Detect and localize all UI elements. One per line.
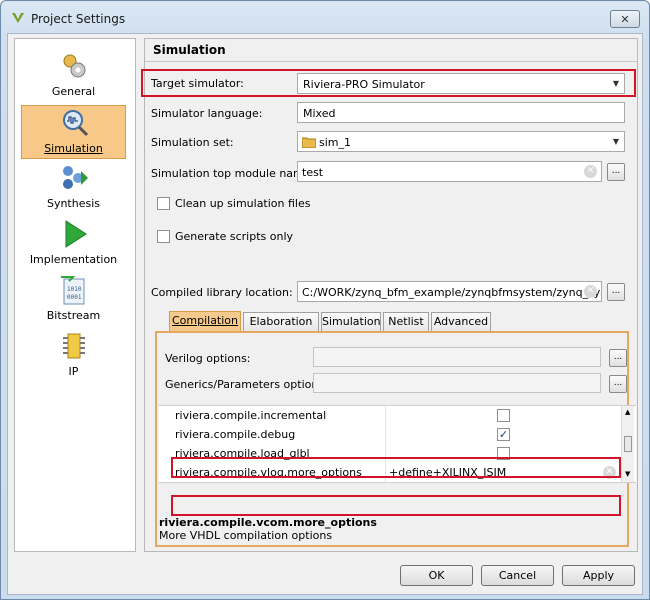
simulator-language-dropdown[interactable]: Mixed <box>297 102 625 123</box>
tab-label: Compilation <box>171 314 239 327</box>
compiled-library-value: C:/WORK/zynq_bfm_example/zynqbfmsystem/z… <box>302 286 602 299</box>
simulation-set-label: Simulation set: <box>151 136 234 149</box>
description-text: More VHDL compilation options <box>159 529 333 542</box>
target-simulator-label: Target simulator: <box>151 77 244 90</box>
clear-icon[interactable]: ✕ <box>584 285 597 298</box>
folder-icon <box>302 137 316 148</box>
tab-advanced[interactable]: Advanced <box>431 312 491 332</box>
scroll-thumb[interactable] <box>624 436 632 452</box>
sidebar-item-general[interactable]: General <box>21 49 126 103</box>
verilog-options-button[interactable]: ... <box>609 349 627 367</box>
column-divider <box>385 406 386 425</box>
column-divider <box>385 425 386 444</box>
description-title: riviera.compile.vcom.more_options <box>159 516 377 529</box>
debug-checkbox[interactable]: ✓ <box>497 428 510 441</box>
chip-icon <box>63 333 85 359</box>
sidebar-item-synthesis[interactable]: Synthesis <box>21 161 126 215</box>
verilog-options-label: Verilog options: <box>165 352 251 365</box>
tab-label: Advanced <box>433 315 489 328</box>
bitstream-file-icon: 1010 0001 <box>61 276 85 305</box>
svg-text:0001: 0001 <box>67 294 82 301</box>
close-icon: ✕ <box>620 12 630 26</box>
simulation-set-value: sim_1 <box>319 136 352 149</box>
top-module-label: Simulation top module name: <box>151 167 315 180</box>
cleanup-label: Clean up simulation files <box>175 197 311 210</box>
top-module-browse-button[interactable]: ... <box>607 163 625 181</box>
sidebar-item-label: Implementation <box>29 253 118 266</box>
sidebar-item-ip[interactable]: IP <box>21 329 126 383</box>
generics-options-button[interactable]: ... <box>609 375 627 393</box>
gears-icon <box>63 54 86 78</box>
highlight-debug-row <box>171 457 621 478</box>
tab-simulation[interactable]: Simulation <box>321 312 381 332</box>
sidebar-item-simulation[interactable]: Simulation <box>21 105 126 159</box>
close-button[interactable]: ✕ <box>610 10 640 28</box>
scroll-down-icon[interactable]: ▼ <box>625 470 630 478</box>
project-settings-window: Project Settings ✕ General Simulation Sy… <box>0 0 650 600</box>
magnifier-waveform-icon <box>63 110 89 137</box>
simulator-language-label: Simulator language: <box>151 107 263 120</box>
incremental-checkbox[interactable] <box>497 409 510 422</box>
settings-sidebar: General Simulation Synthesis Implementat… <box>14 38 136 552</box>
tab-netlist[interactable]: Netlist <box>383 312 429 332</box>
page-title: Simulation <box>153 43 226 57</box>
top-module-value: test <box>302 166 324 179</box>
target-simulator-value: Riviera-PRO Simulator <box>303 78 425 91</box>
tab-compilation[interactable]: Compilation <box>169 311 241 333</box>
vivado-logo-icon <box>12 13 24 23</box>
sidebar-item-bitstream[interactable]: 1010 0001 Bitstream <box>21 273 126 327</box>
property-name: riviera.compile.debug <box>175 428 296 441</box>
ok-button[interactable]: OK <box>400 565 473 586</box>
compiled-library-label: Compiled library location: <box>151 286 293 299</box>
simulation-set-dropdown[interactable]: sim_1 ▼ <box>297 131 625 152</box>
synthesis-icon <box>63 166 88 189</box>
target-simulator-dropdown[interactable]: Riviera-PRO Simulator ▼ <box>297 73 625 94</box>
window-title: Project Settings <box>31 12 126 26</box>
compiled-library-input[interactable]: C:/WORK/zynq_bfm_example/zynqbfmsystem/z… <box>297 281 602 302</box>
apply-button[interactable]: Apply <box>562 565 635 586</box>
generics-options-label: Generics/Parameters options: <box>165 378 328 391</box>
sidebar-item-label: Bitstream <box>46 309 101 322</box>
scroll-up-icon[interactable]: ▲ <box>625 408 630 416</box>
simulator-language-value: Mixed <box>303 107 336 120</box>
tab-elaboration[interactable]: Elaboration <box>243 312 319 332</box>
sidebar-item-label: General <box>51 85 96 98</box>
panel-header: Simulation <box>145 39 637 62</box>
tab-label: Elaboration <box>249 315 313 328</box>
generate-scripts-checkbox[interactable] <box>157 230 170 243</box>
tab-label: Simulation <box>322 315 381 328</box>
chevron-down-icon: ▼ <box>612 137 619 146</box>
table-row[interactable]: riviera.compile.incremental <box>159 406 621 425</box>
cancel-button[interactable]: Cancel <box>481 565 554 586</box>
chevron-down-icon: ▼ <box>612 79 619 88</box>
cleanup-checkbox[interactable] <box>157 197 170 210</box>
sidebar-item-label: IP <box>68 365 79 378</box>
property-description: riviera.compile.vcom.more_options More V… <box>159 516 625 543</box>
play-arrow-icon <box>65 220 87 248</box>
compilation-tab-content: Verilog options: ... Generics/Parameters… <box>155 331 636 547</box>
dialog-body: General Simulation Synthesis Implementat… <box>7 33 643 595</box>
generics-options-input[interactable] <box>313 373 601 393</box>
simulation-settings-panel: Simulation Target simulator: Riviera-PRO… <box>141 38 638 552</box>
clear-icon[interactable]: ✕ <box>584 165 597 178</box>
title-bar: Project Settings ✕ <box>1 1 649 35</box>
sidebar-item-implementation[interactable]: Implementation <box>21 217 126 271</box>
svg-text:1010: 1010 <box>67 286 82 293</box>
highlight-vlog-options-row <box>171 495 621 516</box>
property-name: riviera.compile.incremental <box>175 409 327 422</box>
top-module-input[interactable]: test ✕ <box>297 161 602 182</box>
table-row[interactable]: riviera.compile.debug ✓ <box>159 425 621 444</box>
table-scrollbar[interactable]: ▲ ▼ <box>621 406 634 482</box>
sidebar-item-label: Simulation <box>44 142 103 155</box>
sidebar-item-label: Synthesis <box>46 197 101 210</box>
tab-label: Netlist <box>388 315 424 328</box>
generate-scripts-label: Generate scripts only <box>175 230 294 243</box>
compiled-library-browse-button[interactable]: ... <box>607 283 625 301</box>
verilog-options-input[interactable] <box>313 347 601 367</box>
